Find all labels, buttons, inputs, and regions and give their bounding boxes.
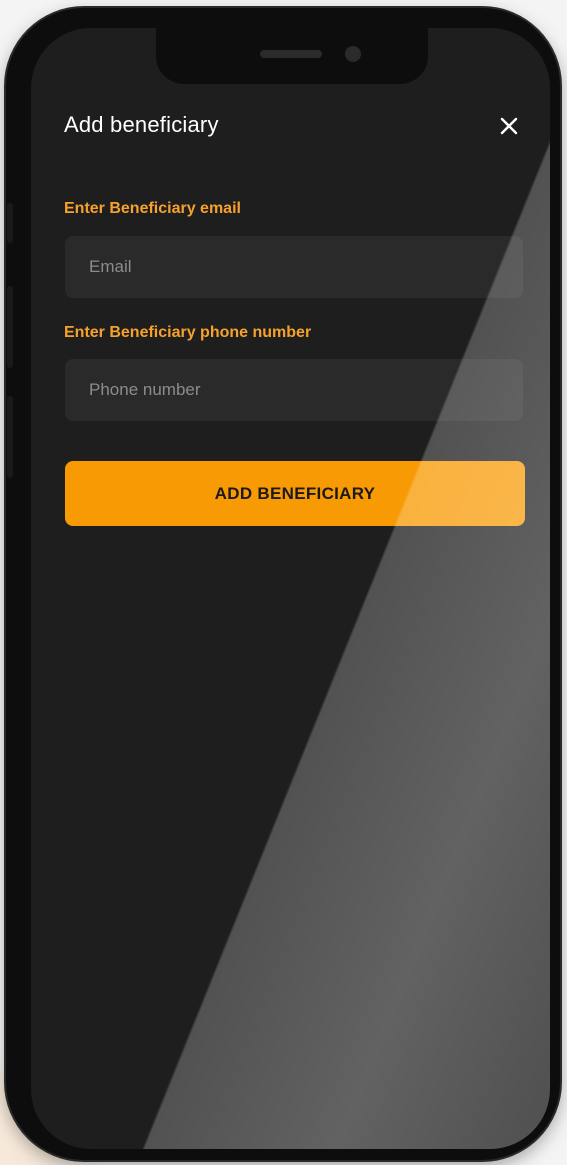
page-title: Add beneficiary [64, 112, 219, 137]
speaker-grille [260, 50, 322, 58]
volume-down-button [7, 396, 13, 478]
phone-label: Enter Beneficiary phone number [64, 324, 312, 341]
phone-screen: Add beneficiary Enter Beneficiary email … [31, 28, 550, 1149]
close-button[interactable] [491, 108, 527, 144]
email-field[interactable] [65, 236, 523, 298]
notch [156, 28, 428, 84]
device-mockup: Add beneficiary Enter Beneficiary email … [0, 0, 567, 1165]
front-camera [345, 46, 361, 62]
add-beneficiary-button[interactable]: ADD BENEFICIARY [65, 461, 525, 526]
phone-frame: Add beneficiary Enter Beneficiary email … [6, 8, 560, 1160]
email-label: Enter Beneficiary email [64, 200, 241, 217]
phone-number-field[interactable] [65, 359, 523, 421]
volume-up-button [7, 286, 13, 368]
screen-glare [31, 28, 550, 1149]
mute-switch [7, 203, 13, 243]
close-icon [500, 117, 518, 135]
